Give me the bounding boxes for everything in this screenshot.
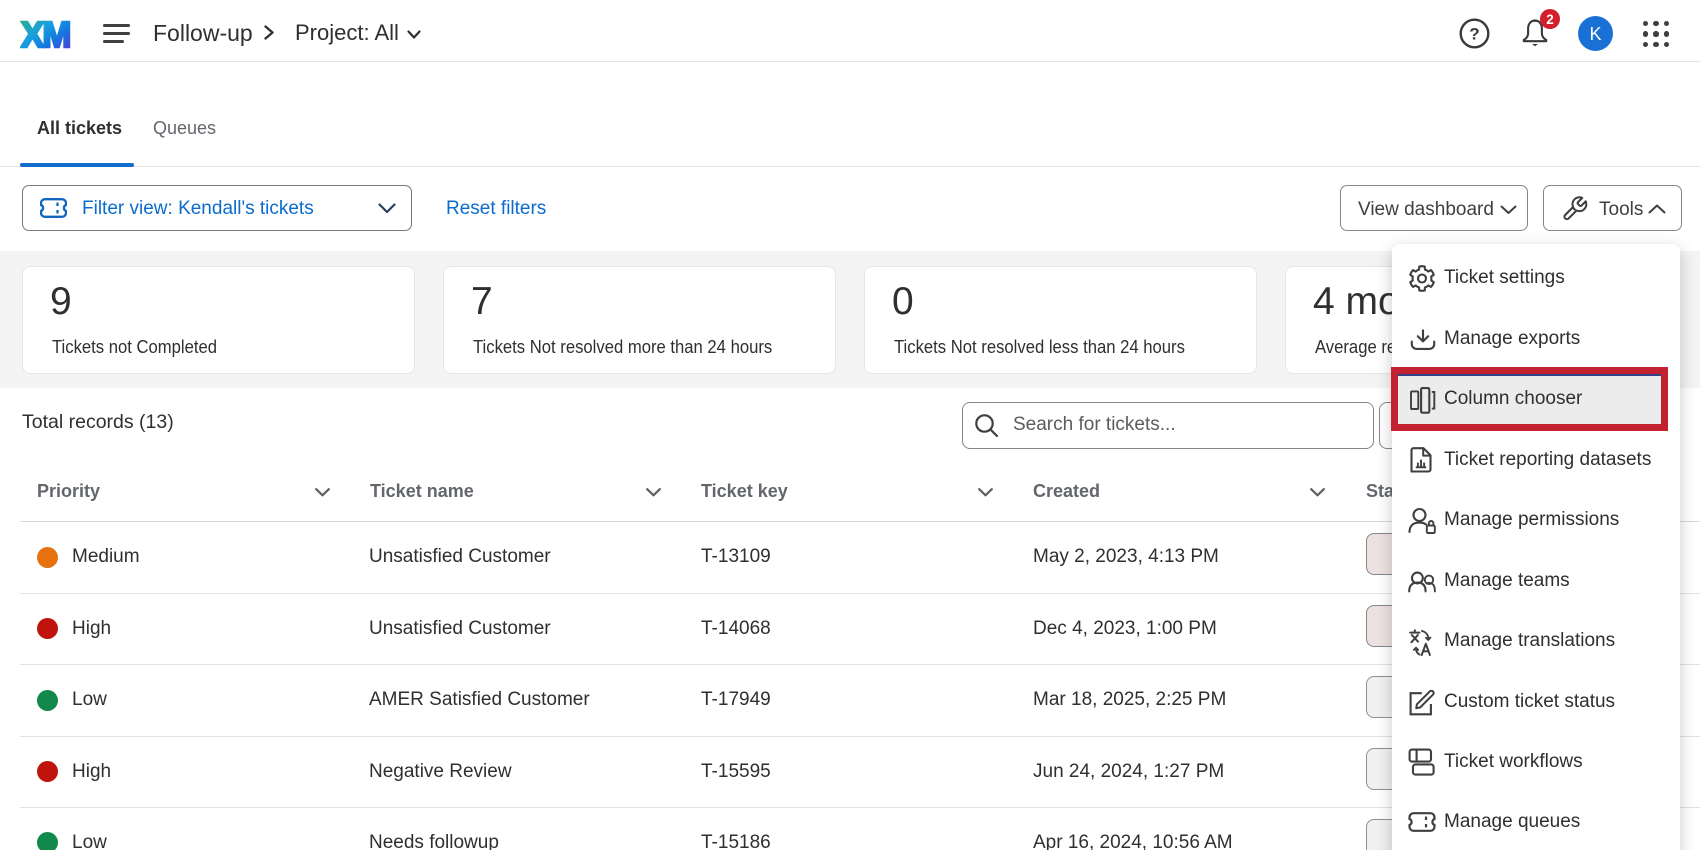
- svg-text:XM: XM: [21, 15, 70, 52]
- svg-text:?: ?: [1469, 25, 1479, 44]
